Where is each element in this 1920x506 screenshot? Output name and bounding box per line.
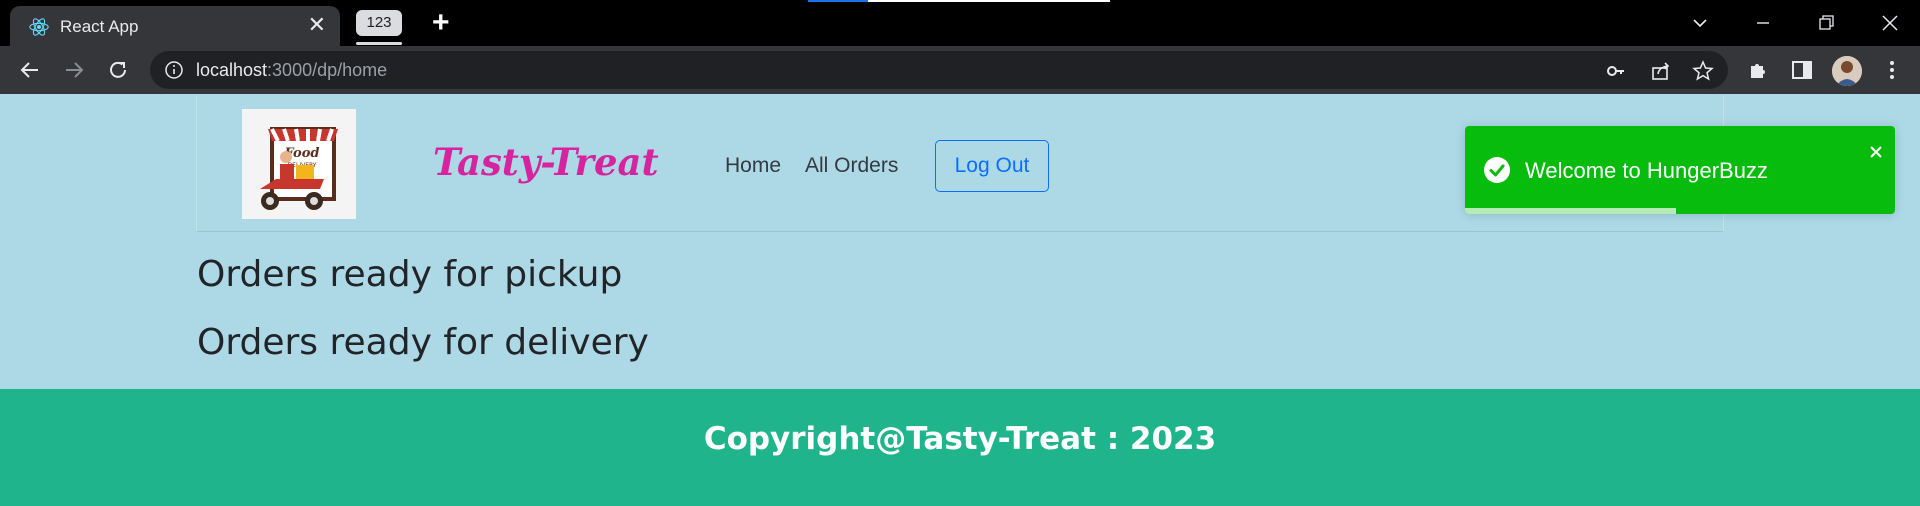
back-arrow-icon[interactable] <box>16 56 44 84</box>
new-tab-icon[interactable]: + <box>432 6 450 40</box>
window-close-icon[interactable] <box>1875 8 1905 38</box>
heading-orders-delivery: Orders ready for delivery <box>197 322 649 363</box>
footer-copyright: Copyright@Tasty-Treat : 2023 <box>703 421 1217 457</box>
logout-button[interactable]: Log Out <box>935 140 1049 192</box>
extensions-puzzle-icon[interactable] <box>1746 58 1770 82</box>
tab-title: React App <box>60 17 139 36</box>
share-icon[interactable] <box>1650 60 1672 82</box>
loading-indicator <box>808 0 1110 2</box>
check-circle-icon <box>1484 157 1510 183</box>
toast-close-icon[interactable] <box>1868 144 1884 160</box>
key-icon[interactable] <box>1605 60 1627 82</box>
browser-tab-active[interactable]: React App ✕ <box>10 6 340 46</box>
food-delivery-logo-image: Food DELIVERY <box>242 109 356 219</box>
site-info-icon[interactable] <box>164 60 184 80</box>
react-icon <box>29 18 49 36</box>
tab-close-icon[interactable]: ✕ <box>308 12 326 38</box>
tab-search-chevron-icon[interactable] <box>1685 8 1715 38</box>
url-text: localhost:3000/dp/home <box>196 60 388 80</box>
heading-orders-pickup: Orders ready for pickup <box>197 254 623 295</box>
food-delivery-logo[interactable]: Food DELIVERY <box>242 109 356 219</box>
kebab-menu-icon[interactable] <box>1880 58 1904 82</box>
profile-avatar[interactable] <box>1832 56 1862 86</box>
forward-arrow-icon[interactable] <box>60 56 88 84</box>
toast-progress-bar <box>1465 208 1676 214</box>
welcome-toast[interactable]: Welcome to HungerBuzz <box>1465 126 1895 214</box>
bookmark-star-icon[interactable] <box>1692 60 1714 82</box>
restore-icon[interactable] <box>1811 8 1841 38</box>
tab-group-underline <box>356 42 402 45</box>
site-footer: Copyright@Tasty-Treat : 2023 <box>0 389 1920 506</box>
tab-group-chip[interactable]: 123 <box>356 10 402 36</box>
address-bar[interactable]: localhost:3000/dp/home <box>150 51 1728 89</box>
reload-icon[interactable] <box>104 56 132 84</box>
browser-toolbar: localhost:3000/dp/home <box>0 46 1920 94</box>
nav-link-home[interactable]: Home <box>725 154 781 178</box>
toast-message: Welcome to HungerBuzz <box>1525 158 1768 183</box>
minimize-icon[interactable] <box>1748 8 1778 38</box>
person-avatar-icon <box>1832 56 1862 86</box>
brand-title[interactable]: Tasty-Treat <box>433 140 659 184</box>
side-panel-icon[interactable] <box>1790 58 1814 82</box>
browser-tab-bar: React App ✕ 123 + <box>0 0 1920 46</box>
nav-link-all-orders[interactable]: All Orders <box>805 154 898 178</box>
